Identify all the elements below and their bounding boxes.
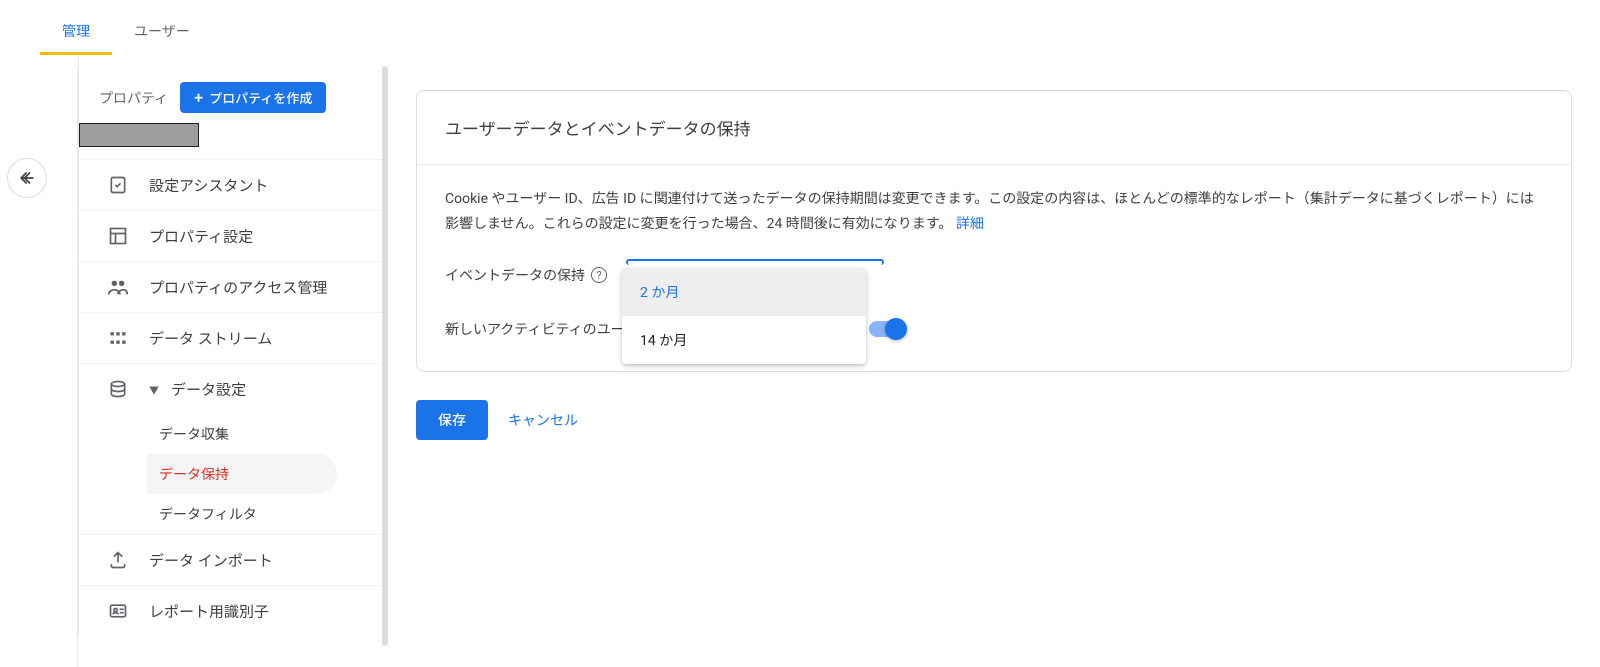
sidebar-item-access-management[interactable]: プロパティのアクセス管理	[79, 261, 388, 312]
retention-card: ユーザーデータとイベントデータの保持 Cookie やユーザー ID、広告 ID…	[416, 90, 1572, 372]
retention-dropdown: 2 か月 14 か月	[622, 268, 866, 364]
dropdown-option-14m[interactable]: 14 か月	[622, 316, 866, 364]
create-property-label: プロパティを作成	[209, 88, 312, 107]
reset-user-label: 新しいアクティビティのユー	[445, 319, 625, 339]
main-content: ユーザーデータとイベントデータの保持 Cookie やユーザー ID、広告 ID…	[388, 56, 1600, 636]
sidebar-item-label: プロパティ設定	[149, 226, 372, 247]
sidebar: プロパティ + プロパティを作成 設定アシスタント プロパティ設定	[78, 56, 388, 636]
card-description: Cookie やユーザー ID、広告 ID に関連付けて送ったデータの保持期間は…	[445, 187, 1543, 237]
people-icon	[107, 276, 129, 298]
sidebar-item-property-settings[interactable]: プロパティ設定	[79, 210, 388, 261]
sidebar-scrollbar[interactable]	[382, 66, 388, 646]
data-settings-subitems: データ収集 データ保持 データフィルタ	[79, 414, 388, 534]
details-link[interactable]: 詳細	[956, 216, 984, 232]
left-rail	[0, 56, 54, 636]
event-retention-row: イベントデータの保持 ?	[445, 265, 1543, 285]
arrow-left-icon	[17, 168, 37, 188]
sidebar-item-data-streams[interactable]: データ ストリーム	[79, 312, 388, 363]
tab-user[interactable]: ユーザー	[112, 7, 212, 53]
sidebar-item-label: レポート用識別子	[149, 601, 372, 622]
help-icon[interactable]: ?	[591, 267, 607, 283]
checklist-icon	[107, 174, 129, 196]
create-property-button[interactable]: + プロパティを作成	[180, 82, 326, 113]
sub-item-data-retention[interactable]: データ保持	[147, 454, 337, 494]
sub-item-data-filter[interactable]: データフィルタ	[159, 494, 388, 534]
reset-user-toggle[interactable]	[869, 319, 905, 339]
sidebar-item-label: データ ストリーム	[149, 328, 372, 349]
sidebar-item-label: 設定アシスタント	[149, 175, 372, 196]
layout-icon	[107, 225, 129, 247]
cancel-button[interactable]: キャンセル	[508, 410, 578, 430]
sub-item-data-collection[interactable]: データ収集	[159, 414, 388, 454]
card-title: ユーザーデータとイベントデータの保持	[417, 91, 1571, 165]
plus-icon: +	[194, 90, 203, 106]
sidebar-item-data-settings[interactable]: ▼ データ設定	[79, 363, 388, 414]
description-text: Cookie やユーザー ID、広告 ID に関連付けて送ったデータの保持期間は…	[445, 191, 1534, 232]
sidebar-item-label: プロパティのアクセス管理	[149, 277, 372, 298]
stream-icon	[107, 327, 129, 349]
sidebar-item-setup-assistant[interactable]: 設定アシスタント	[79, 159, 388, 210]
event-retention-label: イベントデータの保持	[445, 265, 585, 285]
tab-admin[interactable]: 管理	[40, 7, 112, 53]
dropdown-option-2m[interactable]: 2 か月	[622, 268, 866, 316]
sidebar-item-report-identifiers[interactable]: レポート用識別子	[79, 585, 388, 636]
property-name-redacted	[79, 123, 199, 147]
database-icon	[107, 378, 129, 400]
save-button[interactable]: 保存	[416, 400, 488, 440]
upload-icon	[107, 549, 129, 571]
retention-select-outline	[626, 259, 884, 265]
back-button[interactable]	[7, 158, 47, 198]
top-tab-bar: 管理 ユーザー	[0, 6, 1600, 54]
id-card-icon	[107, 600, 129, 622]
caret-down-icon: ▼	[149, 382, 159, 397]
property-label: プロパティ	[99, 88, 168, 108]
action-buttons: 保存 キャンセル	[416, 400, 1572, 440]
sidebar-item-label: データ設定	[171, 379, 372, 400]
toggle-thumb	[885, 318, 907, 340]
sidebar-item-data-import[interactable]: データ インポート	[79, 534, 388, 585]
sidebar-item-label: データ インポート	[149, 550, 372, 571]
